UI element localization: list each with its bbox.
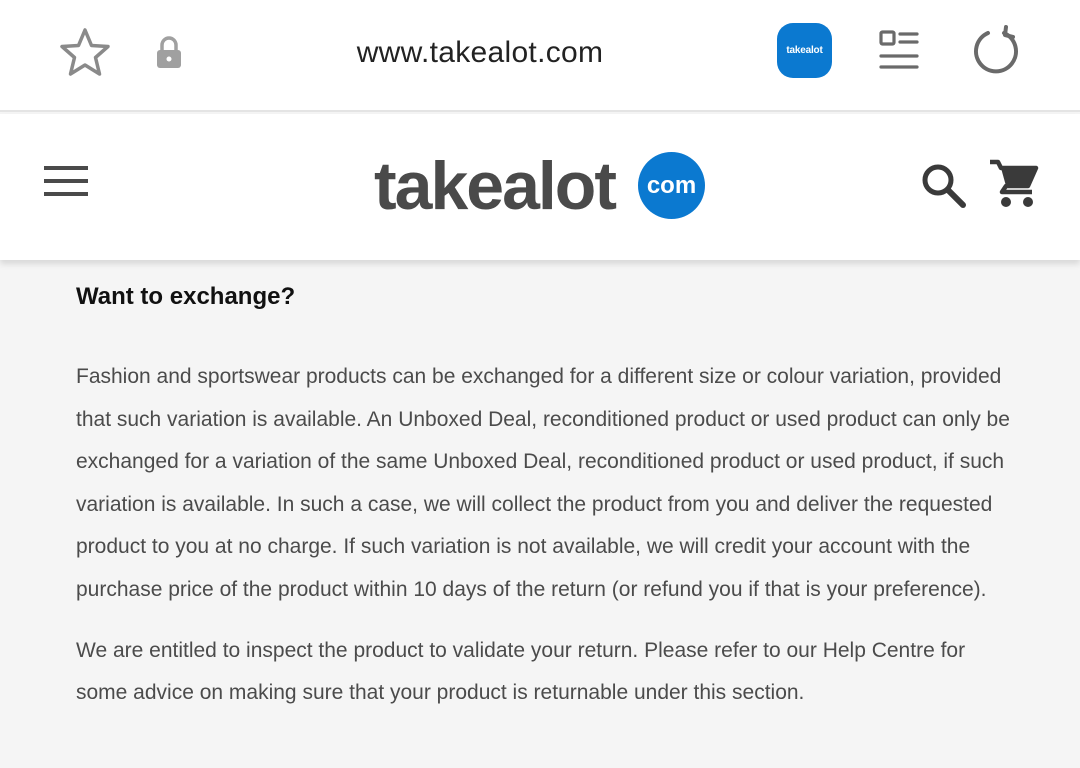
- site-logo[interactable]: takealot com: [374, 146, 714, 226]
- logo-com-badge: com: [638, 152, 705, 219]
- exchange-paragraph: Fashion and sportswear products can be e…: [76, 365, 1010, 601]
- page-content: Want to exchange? Fashion and sportswear…: [76, 262, 1016, 715]
- site-header: takealot com: [0, 114, 1080, 260]
- logo-wordmark: takealot: [374, 148, 617, 224]
- star-icon[interactable]: [58, 27, 112, 79]
- reload-icon[interactable]: [970, 25, 1022, 77]
- tab-icon-label: takealot: [786, 45, 823, 56]
- reader-mode-icon[interactable]: [878, 29, 920, 73]
- lock-icon[interactable]: [155, 36, 183, 70]
- address-bar-url[interactable]: www.takealot.com: [300, 32, 660, 74]
- tab-switcher-icon[interactable]: takealot: [777, 23, 832, 78]
- cart-icon[interactable]: [988, 158, 1040, 210]
- browser-toolbar: www.takealot.com takealot: [0, 0, 1080, 112]
- inspection-paragraph: We are entitled to inspect the product t…: [76, 638, 966, 705]
- section-heading: Want to exchange?: [76, 283, 296, 310]
- menu-icon[interactable]: [44, 164, 88, 198]
- search-icon[interactable]: [920, 162, 968, 210]
